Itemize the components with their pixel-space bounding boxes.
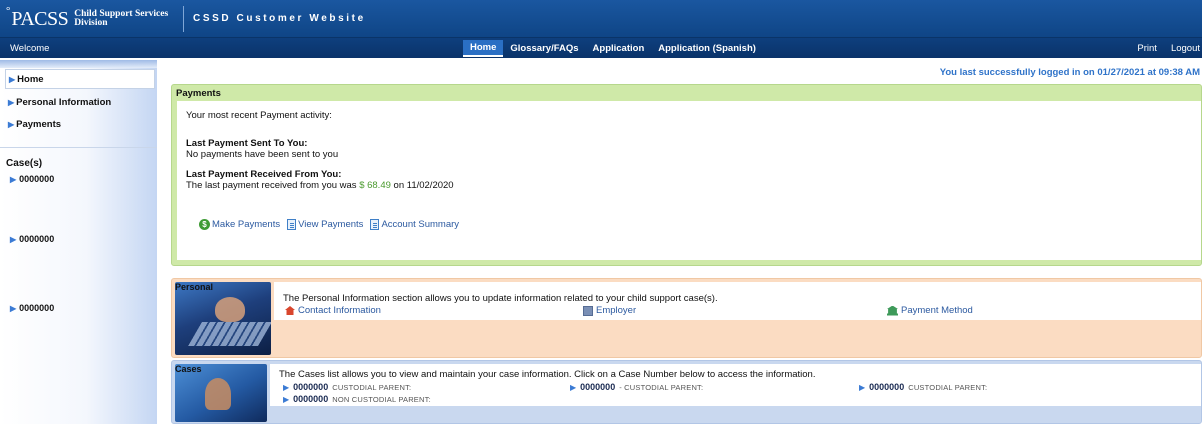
payments-panel: Payments Your most recent Payment activi… (171, 84, 1202, 266)
main-menu: Home Glossary/FAQs Application Applicati… (463, 39, 763, 57)
last-payment-received-heading: Last Payment Received From You: (186, 169, 342, 180)
sidebar-item-label: Personal Information (16, 97, 112, 108)
hand-graphic (215, 297, 245, 322)
print-link[interactable]: Print (1137, 43, 1157, 54)
last-payment-received-text: The last payment received from you was $… (186, 180, 454, 191)
account-summary-link[interactable]: Account Summary (370, 219, 459, 230)
case-number: 0000000 (580, 382, 616, 392)
make-payments-link[interactable]: $ Make Payments (199, 219, 280, 230)
case-entry[interactable]: ▶ 0000000 CUSTODIAL PARENT: (283, 382, 411, 392)
case-number: 0000000 (19, 234, 55, 244)
building-icon (583, 305, 593, 316)
employer-link[interactable]: Employer (583, 305, 636, 316)
personal-panel-tag: Personal (175, 282, 214, 292)
case-number: 0000000 (293, 382, 329, 392)
nav-application[interactable]: Application (586, 41, 652, 56)
cases-panel-tag: Cases (175, 364, 202, 374)
payments-intro: Your most recent Payment activity: (186, 110, 332, 121)
view-payments-label: View Payments (298, 219, 364, 230)
triangle-right-icon: ▶ (570, 382, 577, 392)
personal-panel-image (175, 282, 271, 355)
triangle-right-icon: ▶ (283, 394, 290, 404)
nav-home[interactable]: Home (463, 39, 504, 57)
sidebar-case-link[interactable]: ▶ 0000000 (10, 174, 54, 184)
contact-information-link[interactable]: Contact Information (285, 305, 381, 316)
payment-actions: $ Make Payments View Payments Account Su… (199, 219, 459, 230)
case-role: CUSTODIAL PARENT: (332, 382, 412, 392)
header-divider (183, 6, 184, 32)
case-number: 0000000 (869, 382, 905, 392)
site-header: ° PACSS Child Support Services Division … (0, 0, 1202, 38)
logo-subtitle: Child Support Services Division (74, 9, 168, 28)
case-role: NON CUSTODIAL PARENT: (332, 394, 431, 404)
triangle-right-icon: ▶ (859, 382, 866, 392)
case-entry[interactable]: ▶ 0000000 NON CUSTODIAL PARENT: (283, 394, 431, 404)
top-nav: Welcome Home Glossary/FAQs Application A… (0, 38, 1202, 58)
document-icon (370, 219, 380, 230)
sidebar-case-link[interactable]: ▶ 0000000 (10, 303, 54, 313)
account-summary-label: Account Summary (381, 219, 460, 230)
pacss-logo[interactable]: ° PACSS Child Support Services Division (6, 4, 168, 34)
triangle-right-icon: ▶ (9, 74, 16, 84)
sidebar-item-personal-information[interactable]: ▶ Personal Information (8, 97, 111, 108)
ledger-icon (287, 219, 297, 230)
logo-subtitle-line2: Division (74, 18, 108, 28)
person-graphic (205, 378, 231, 410)
triangle-right-icon: ▶ (10, 174, 17, 184)
site-title: CSSD Customer Website (193, 13, 366, 24)
nav-utilities: Print Logout (1137, 43, 1200, 54)
sidebar-case-link[interactable]: ▶ 0000000 (10, 234, 54, 244)
personal-panel: Personal The Personal Information sectio… (171, 278, 1202, 358)
make-payments-label: Make Payments (212, 219, 281, 230)
last-payment-sent-heading: Last Payment Sent To You: (186, 138, 308, 149)
triangle-right-icon: ▶ (8, 98, 15, 107)
triangle-right-icon: ▶ (10, 234, 17, 244)
cases-panel: Cases The Cases list allows you to view … (171, 360, 1202, 424)
payment-method-link[interactable]: Payment Method (887, 305, 973, 316)
triangle-right-icon: ▶ (10, 303, 17, 313)
case-role: CUSTODIAL PARENT: (908, 382, 988, 392)
case-number: 0000000 (293, 394, 329, 404)
nav-glossary-faqs[interactable]: Glossary/FAQs (503, 41, 585, 56)
sidebar-top-bar (0, 60, 157, 68)
case-entry[interactable]: ▶ 0000000 - CUSTODIAL PARENT: (570, 382, 703, 392)
payments-panel-title: Payments (176, 88, 221, 99)
last-payment-sent-text: No payments have been sent to you (186, 149, 339, 160)
cases-description: The Cases list allows you to view and ma… (279, 369, 816, 380)
payments-panel-body: Your most recent Payment activity: Last … (177, 101, 1201, 260)
received-prefix: The last payment received from you was (186, 180, 357, 191)
payment-method-label: Payment Method (901, 305, 973, 316)
keyboard-graphic (188, 322, 271, 346)
received-amount: $ 68.49 (359, 180, 391, 191)
triangle-right-icon: ▶ (283, 382, 290, 392)
last-login-notice: You last successfully logged in on 01/27… (939, 67, 1200, 78)
personal-description: The Personal Information section allows … (283, 293, 718, 304)
sidebar-item-label: Home (17, 73, 44, 85)
cases-heading: Case(s) (6, 158, 43, 169)
triangle-right-icon: ▶ (8, 120, 15, 129)
bank-icon (887, 305, 898, 316)
logo-main-text: PACSS (11, 7, 69, 30)
employer-label: Employer (596, 305, 637, 316)
money-icon: $ (199, 219, 210, 230)
case-role: - CUSTODIAL PARENT: (619, 382, 704, 392)
received-date: on 11/02/2020 (393, 180, 454, 191)
house-icon (285, 306, 295, 315)
contact-information-label: Contact Information (298, 305, 381, 316)
sidebar-item-payments[interactable]: ▶ Payments (8, 119, 61, 130)
sidebar-divider (0, 147, 157, 148)
sidebar-item-label: Payments (16, 119, 62, 130)
welcome-text: Welcome (10, 43, 50, 54)
nav-application-spanish[interactable]: Application (Spanish) (651, 41, 763, 56)
case-number: 0000000 (19, 174, 55, 184)
case-entry[interactable]: ▶ 0000000 CUSTODIAL PARENT: (859, 382, 987, 392)
case-number: 0000000 (19, 303, 55, 313)
sidebar: ▶ Home ▶ Personal Information ▶ Payments… (0, 60, 157, 424)
logo-mark: ° (6, 5, 11, 17)
logout-link[interactable]: Logout (1171, 43, 1200, 54)
sidebar-item-home[interactable]: ▶ Home (5, 69, 155, 89)
view-payments-link[interactable]: View Payments (287, 219, 363, 230)
